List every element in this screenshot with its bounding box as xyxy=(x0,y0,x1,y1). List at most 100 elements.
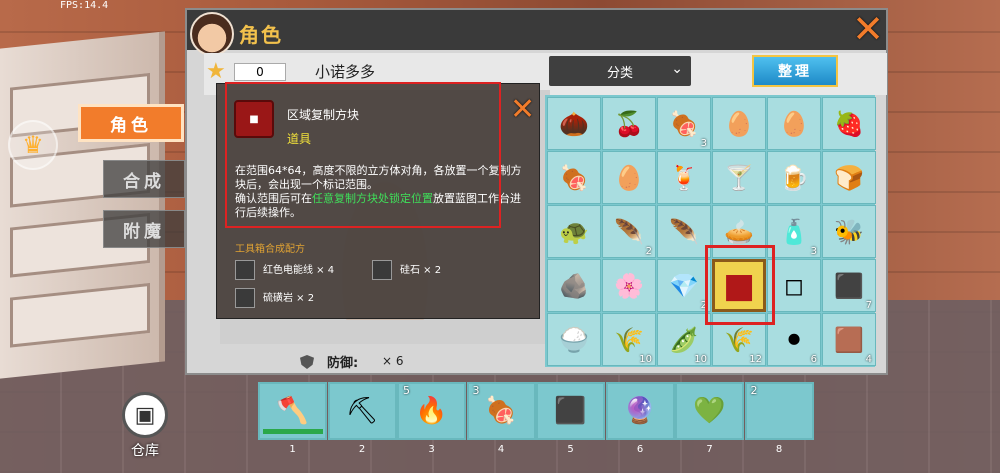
inventory-slot[interactable]: 🥚 xyxy=(602,151,656,204)
bottle-icon: 🧴 xyxy=(779,217,809,246)
item-count: 2 xyxy=(645,246,652,257)
item-count: 3 xyxy=(700,138,707,149)
ribs-icon: 🍖 xyxy=(559,163,589,192)
crown-icon[interactable]: ♛ xyxy=(8,120,58,170)
inventory-slot[interactable]: 🪶 xyxy=(657,205,711,258)
inventory-slot[interactable]: 🟫 4 xyxy=(822,313,876,366)
sulfur-rock-icon xyxy=(235,288,255,308)
tab-character[interactable]: 角色 xyxy=(78,104,184,142)
hotbar-slot[interactable]: 🔥 5 xyxy=(397,382,466,440)
item-count: 4 xyxy=(865,354,872,365)
tab-enchant[interactable]: 附魔 xyxy=(103,210,185,248)
rice-bowl-icon: 🍚 xyxy=(559,325,589,354)
fps-counter: FPS:14.4 xyxy=(60,0,109,11)
bread-icon: 🍞 xyxy=(834,163,864,192)
inventory-slot[interactable]: 🌸 xyxy=(602,259,656,312)
dark-block-icon: ⬛ xyxy=(554,396,587,426)
mug-icon: 🍺 xyxy=(779,163,809,192)
sort-button[interactable]: 整理 xyxy=(752,55,838,87)
inventory-slot[interactable]: 🍞 xyxy=(822,151,876,204)
inventory-grid: 🌰 🍒 🍖 3 🥚 🥚 🍓 🍖 🥚 🍹 🍸 🍺 🍞 🐢 🪶 2 🪶 🥧 🧴 3 🐝 🪨 🌸 💎 2 ■ ◻ ⬛ 7 🍚 🌾 10 🫛 10 🌾 12 ⚫… xyxy=(545,95,876,367)
item-count: 6 xyxy=(810,354,817,365)
inventory-slot[interactable]: ◻ xyxy=(767,259,821,312)
category-dropdown[interactable]: 分类 ⌄ xyxy=(549,56,691,86)
inventory-slot[interactable]: 🥚 xyxy=(767,97,821,150)
hotbar-slot[interactable]: 💚 xyxy=(675,382,744,440)
inventory-slot[interactable]: 🍓 xyxy=(822,97,876,150)
lemonade-icon: 🍹 xyxy=(669,163,699,192)
meat-icon: 🍖 xyxy=(484,396,518,426)
inventory-slot[interactable]: 💎 2 xyxy=(657,259,711,312)
hotbar-slot[interactable]: 2 xyxy=(744,382,814,440)
silica-icon xyxy=(372,260,392,280)
defense-value: × 6 xyxy=(382,354,404,368)
inventory-slot[interactable]: 🪶 2 xyxy=(602,205,656,258)
acorn-icon: 🌰 xyxy=(559,109,589,138)
hotbar-slot-number: 8 xyxy=(775,444,783,455)
meat-leg-icon: 🍖 xyxy=(669,109,699,138)
tab-crafting[interactable]: 合成 xyxy=(103,160,185,198)
warehouse-button[interactable]: ▣ 仓库 xyxy=(120,392,170,462)
hotbar-slot[interactable]: 🍖 3 xyxy=(466,382,536,440)
pie-icon: 🥧 xyxy=(724,217,754,246)
inventory-slot[interactable]: 🌾 10 xyxy=(602,313,656,366)
inventory-slot[interactable]: 🍒 xyxy=(602,97,656,150)
inventory-slot[interactable]: 🍚 xyxy=(547,313,601,366)
category-label: 分类 xyxy=(606,65,633,81)
close-icon[interactable]: ✕ xyxy=(848,7,888,51)
background-shelf xyxy=(0,31,165,379)
inventory-slot[interactable]: 🐢 xyxy=(547,205,601,258)
hotbar-slot-number: 5 xyxy=(567,444,574,455)
black-orb-icon: ⚫ xyxy=(783,325,805,354)
hotbar-slot[interactable]: ⛏ xyxy=(327,382,397,440)
player-name: 小诺多多 xyxy=(315,63,376,81)
hotbar-slot-number: 3 xyxy=(428,444,435,455)
blue-flower-icon: 🌸 xyxy=(614,271,644,300)
hotbar-slot[interactable]: ⬛ xyxy=(536,382,605,440)
inventory-slot[interactable]: 🫛 10 xyxy=(657,313,711,366)
hotbar-slot[interactable]: 🪓 xyxy=(258,382,327,440)
inventory-slot[interactable]: 🐝 xyxy=(822,205,876,258)
inventory-slot[interactable]: 🍹 xyxy=(657,151,711,204)
tooltip-close-icon[interactable]: ✕ xyxy=(510,92,535,127)
inventory-slot[interactable]: 🌰 xyxy=(547,97,601,150)
turtle-icon: 🐢 xyxy=(559,217,589,246)
green-gem-icon: 💚 xyxy=(693,396,726,426)
star-icon: ★ xyxy=(206,59,226,84)
hotbar-slot-number: 4 xyxy=(497,444,505,455)
inventory-slot[interactable]: 🥚 xyxy=(712,97,766,150)
item-count: 10 xyxy=(639,354,652,365)
page-title: 角色 xyxy=(239,23,283,47)
inventory-slot[interactable]: 🍖 3 xyxy=(657,97,711,150)
hotbar: 🪓 1 ⛏ 2 🔥 5 3 🍖 3 4 ⬛ 5 🔮 6 💚 7 2 8 xyxy=(258,382,818,455)
inventory-slot[interactable]: 🍺 xyxy=(767,151,821,204)
inventory-slot[interactable]: 🧴 3 xyxy=(767,205,821,258)
star-score: 0 xyxy=(234,63,286,81)
shield-icon xyxy=(300,355,314,369)
item-count: 3 xyxy=(810,246,817,257)
axe-icon: 🪓 xyxy=(276,396,309,426)
recipe-title: 工具箱合成配方 xyxy=(235,244,305,255)
inventory-slot[interactable]: ⬛ 7 xyxy=(822,259,876,312)
highlight-frame xyxy=(225,82,501,228)
warehouse-icon: ▣ xyxy=(122,392,168,438)
inventory-slot[interactable]: 🍸 xyxy=(712,151,766,204)
highlight-frame xyxy=(705,245,775,325)
stone-block-icon: ◻ xyxy=(784,271,804,300)
inventory-slot[interactable]: ⚫ 6 xyxy=(767,313,821,366)
hotbar-slot-number: 2 xyxy=(358,444,366,455)
item-count: 7 xyxy=(865,300,872,311)
defense-label: 防御: xyxy=(327,356,359,371)
cocktail-icon: 🍸 xyxy=(724,163,754,192)
inventory-slot[interactable]: 🪨 xyxy=(547,259,601,312)
feather-white-icon: 🪶 xyxy=(669,217,699,246)
wheat-bundle-icon: 🌾 xyxy=(724,325,754,354)
hotbar-slot[interactable]: 🔮 xyxy=(605,382,675,440)
egg-white-icon: 🥚 xyxy=(614,163,644,192)
item-count: 2 xyxy=(750,384,758,397)
inventory-slot[interactable]: 🍖 xyxy=(547,151,601,204)
red-wire-icon xyxy=(235,260,255,280)
wheat-icon: 🌾 xyxy=(614,325,644,354)
durability-bar xyxy=(263,429,323,434)
crystal-icon: 💎 xyxy=(669,271,699,300)
